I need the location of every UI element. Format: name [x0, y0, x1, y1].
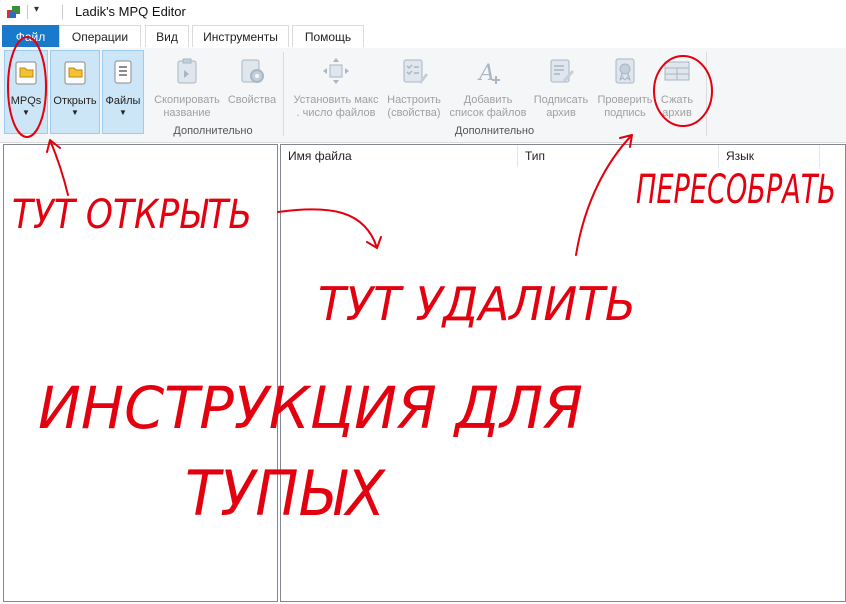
group-separator	[283, 52, 284, 136]
files-label: Файлы	[105, 95, 141, 107]
document-icon	[114, 60, 132, 84]
expand-arrows-icon	[323, 58, 349, 84]
verify-line1: Проверить	[597, 94, 653, 106]
ribbon-tab-bar: Файл Операции Вид Инструменты Помощь	[0, 25, 846, 49]
group-label-additional: Дополнительно	[454, 125, 535, 137]
tab-tools[interactable]: Инструменты	[192, 25, 289, 47]
sign-line1: Подписать	[533, 94, 589, 106]
compact-line1: Сжать	[660, 94, 694, 106]
mpqs-button[interactable]: MPQs ▼	[4, 50, 48, 134]
configure-button[interactable]: Настроить (свойства)	[383, 56, 445, 126]
column-header-language[interactable]: Язык	[719, 145, 819, 167]
add-file-list-button[interactable]: A Добавить список файлов	[447, 56, 529, 126]
mpqs-label: MPQs	[10, 95, 42, 107]
properties-label: Свойства	[227, 94, 277, 106]
add-list-line1: Добавить	[463, 94, 513, 106]
verify-line2: подпись	[604, 107, 646, 119]
certificate-icon	[615, 58, 635, 84]
archive-table-icon	[664, 61, 690, 81]
compact-line2: архив	[662, 107, 692, 119]
window-title: Ladik's MPQ Editor	[75, 4, 186, 19]
quick-access-separator	[27, 5, 28, 19]
column-divider[interactable]	[819, 145, 820, 167]
svg-text:A: A	[477, 61, 495, 86]
tab-view[interactable]: Вид	[145, 25, 189, 47]
gear-document-icon	[241, 59, 264, 83]
group-separator	[706, 52, 707, 136]
verify-signature-button[interactable]: Проверить подпись	[593, 56, 657, 126]
sign-line2: архив	[546, 107, 576, 119]
column-header-filename[interactable]: Имя файла	[281, 145, 517, 167]
checklist-edit-icon	[403, 59, 428, 84]
clipboard-icon	[177, 58, 197, 84]
group-label-additional: Дополнительно	[173, 125, 253, 137]
set-max-line2: . число файлов	[296, 107, 376, 119]
folder-icon	[64, 61, 86, 85]
compact-archive-button[interactable]: Сжать архив	[654, 56, 700, 126]
file-list-pane[interactable]: Имя файла Тип Язык	[280, 144, 846, 602]
configure-line1: Настроить	[387, 94, 441, 106]
folder-icon	[15, 61, 37, 85]
add-text-icon: A	[477, 61, 500, 86]
add-list-line2: список файлов	[449, 107, 527, 119]
set-max-line1: Установить макс	[293, 94, 379, 106]
tab-file[interactable]: Файл	[2, 25, 59, 47]
open-button[interactable]: Открыть ▼	[50, 50, 100, 134]
copy-name-line2: название	[163, 107, 211, 119]
copy-name-line1: Скопировать	[154, 94, 220, 106]
sign-document-icon	[550, 59, 574, 83]
ribbon: MPQs ▼ Открыть ▼ Файлы ▼ Скопировать наз…	[0, 48, 846, 143]
mpq-tree-pane[interactable]	[3, 144, 278, 602]
chevron-down-icon: ▼	[71, 108, 79, 117]
chevron-down-icon: ▼	[119, 108, 127, 117]
open-label: Открыть	[53, 95, 97, 107]
title-bar: ▾ Ladik's MPQ Editor	[0, 0, 846, 24]
properties-button[interactable]: Свойства	[226, 56, 278, 126]
tab-operations[interactable]: Операции	[59, 25, 141, 47]
column-header-type[interactable]: Тип	[518, 145, 718, 167]
sign-archive-button[interactable]: Подписать архив	[530, 56, 592, 126]
files-button[interactable]: Файлы ▼	[102, 50, 144, 134]
chevron-down-icon: ▼	[22, 108, 30, 117]
quick-access-dropdown-icon[interactable]: ▾	[34, 4, 39, 15]
configure-line2: (свойства)	[387, 107, 441, 119]
quick-access-separator	[62, 5, 63, 19]
set-max-files-button[interactable]: Установить макс . число файлов	[289, 56, 383, 126]
app-icon[interactable]	[6, 4, 22, 20]
copy-name-button[interactable]: Скопировать название	[148, 56, 226, 126]
tab-help[interactable]: Помощь	[292, 25, 364, 47]
